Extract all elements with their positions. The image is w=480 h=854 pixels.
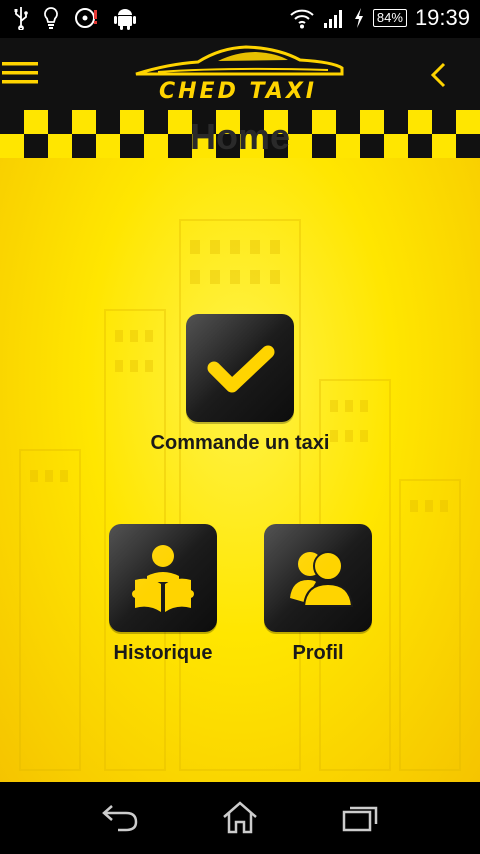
system-status: 84% 19:39 — [289, 5, 470, 31]
profile-tile[interactable]: Profil — [264, 524, 372, 664]
profile-button[interactable] — [264, 524, 372, 632]
history-button[interactable] — [109, 524, 217, 632]
order-taxi-button[interactable] — [186, 314, 294, 422]
charging-icon — [354, 8, 363, 28]
back-arrow-icon[interactable] — [100, 800, 140, 834]
navigation-bar — [0, 782, 480, 854]
back-chevron-icon[interactable] — [426, 60, 452, 90]
wifi-icon — [290, 9, 314, 29]
notification-icons — [14, 6, 136, 30]
android-icon — [114, 9, 136, 30]
home-icon[interactable] — [220, 800, 260, 834]
history-label: Historique — [113, 642, 213, 664]
logo-text: CHED TAXI — [159, 79, 317, 104]
home-screen: Home Commande un taxi Historique Profil — [0, 110, 480, 782]
order-taxi-label: Commande un taxi — [150, 432, 330, 454]
page-title: Home — [189, 116, 291, 157]
lightbulb-icon — [44, 7, 58, 29]
clock: 19:39 — [414, 5, 470, 30]
city-skyline-background — [19, 219, 461, 771]
profile-label: Profil — [292, 642, 344, 664]
disc-icon — [75, 8, 97, 28]
history-tile[interactable]: Historique — [109, 524, 217, 664]
reading-person-icon — [132, 545, 194, 612]
usb-icon — [14, 7, 28, 30]
signal-icon — [323, 10, 342, 28]
checkmark-icon — [207, 345, 275, 393]
app-logo: CHED TAXI — [128, 44, 348, 106]
battery-indicator: 84% — [372, 9, 407, 27]
users-icon — [290, 551, 354, 607]
status-bar: 84% 19:39 — [0, 0, 480, 38]
recent-apps-icon[interactable] — [340, 800, 380, 834]
app-bar: CHED TAXI — [0, 38, 480, 110]
order-taxi-tile[interactable]: Commande un taxi — [151, 314, 329, 454]
menu-icon[interactable] — [2, 58, 38, 88]
taxi-car-icon — [135, 45, 344, 76]
